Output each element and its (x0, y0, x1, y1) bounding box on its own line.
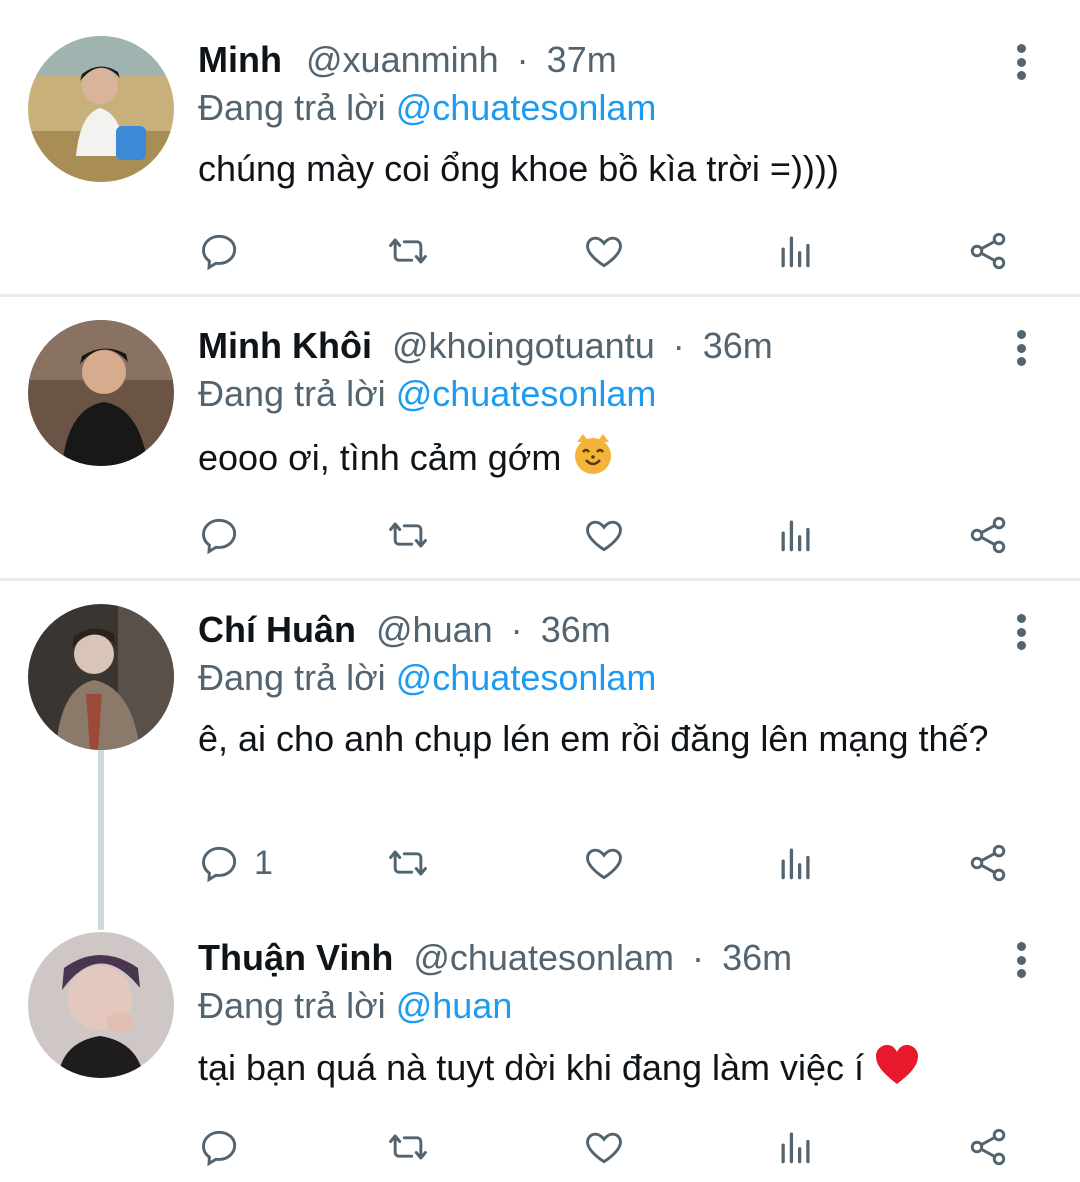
share-button[interactable] (966, 838, 1010, 888)
action-bar (198, 510, 1018, 560)
avatar-photo (28, 36, 174, 182)
share-button[interactable] (966, 226, 1010, 276)
views-button[interactable] (774, 1122, 818, 1172)
reply-prefix: Đang trả lời (198, 373, 386, 414)
views-icon (781, 520, 810, 552)
like-button[interactable] (582, 226, 626, 276)
views-button[interactable] (774, 226, 818, 276)
red-heart-icon (874, 1044, 920, 1097)
tweet[interactable]: Thuận Vinh @chuatesonlam · 36m Đang trả … (0, 920, 1080, 1182)
action-bar: 1 (198, 838, 1018, 888)
reply-button[interactable] (198, 1122, 254, 1172)
tweet-text: eooo ơi, tình cảm gớm (198, 437, 562, 478)
tweet[interactable]: Minh Khôi @khoingotuantu · 36m Đang trả … (0, 296, 1080, 580)
reply-count: 1 (254, 843, 273, 882)
like-icon (586, 848, 622, 880)
like-button[interactable] (582, 838, 626, 888)
reply-icon (202, 234, 237, 271)
avatar-photo (28, 604, 174, 750)
views-icon (781, 1132, 810, 1164)
views-button[interactable] (774, 838, 818, 888)
reply-mention[interactable]: @huan (396, 985, 513, 1026)
reply-mention[interactable]: @chuatesonlam (396, 657, 657, 698)
retweet-icon (389, 850, 427, 876)
reply-button[interactable] (198, 510, 254, 560)
reply-mention[interactable]: @chuatesonlam (396, 87, 657, 128)
tweet[interactable]: Minh @xuanminh · 37m Đang trả lời @chuat… (0, 0, 1080, 296)
timestamp[interactable]: 37m (547, 39, 617, 80)
avatar-photo (28, 932, 174, 1078)
views-button[interactable] (774, 510, 818, 560)
reply-button[interactable]: 1 (198, 838, 273, 888)
tweet[interactable]: Chí Huân @huan · 36m Đang trả lời @chuat… (0, 580, 1080, 920)
like-icon (586, 520, 622, 552)
author-handle[interactable]: @xuanminh (306, 39, 499, 80)
action-bar (198, 1122, 1018, 1172)
more-icon[interactable] (1006, 40, 1036, 84)
tweet-text: ê, ai cho anh chụp lén em rồi đăng lên m… (198, 718, 989, 759)
like-button[interactable] (582, 510, 626, 560)
views-icon (781, 236, 810, 268)
reply-icon (202, 846, 237, 883)
reply-button[interactable] (198, 226, 254, 276)
tweet-text: chúng mày coi ổng khoe bồ kìa trời =)))) (198, 148, 839, 189)
author-name[interactable]: Chí Huân (198, 609, 356, 650)
author-handle[interactable]: @huan (376, 609, 493, 650)
reply-prefix: Đang trả lời (198, 87, 386, 128)
author-handle[interactable]: @khoingotuantu (392, 325, 655, 366)
author-handle[interactable]: @chuatesonlam (413, 937, 674, 978)
reply-mention[interactable]: @chuatesonlam (396, 373, 657, 414)
retweet-icon (389, 522, 427, 548)
timestamp[interactable]: 36m (722, 937, 792, 978)
views-icon (781, 848, 810, 880)
tweet-text: tại bạn quá nà tuyt dời khi đang làm việ… (198, 1047, 864, 1088)
share-icon (970, 516, 1006, 554)
retweet-button[interactable] (386, 838, 430, 888)
reply-prefix: Đang trả lời (198, 985, 386, 1026)
tweet-text-container: eooo ơi, tình cảm gớm (198, 432, 1010, 487)
tweet-text-container: tại bạn quá nà tuyt dời khi đang làm việ… (198, 1044, 1010, 1097)
avatar-photo (28, 320, 174, 466)
replying-to: Đang trả lời @chuatesonlam (198, 86, 1010, 130)
avatar[interactable] (28, 604, 174, 750)
avatar[interactable] (28, 320, 174, 466)
like-icon (586, 1132, 622, 1164)
author-name[interactable]: Minh (198, 39, 282, 80)
retweet-button[interactable] (386, 1122, 430, 1172)
share-icon (970, 1128, 1006, 1166)
retweet-button[interactable] (386, 226, 430, 276)
timestamp[interactable]: 36m (703, 325, 773, 366)
separator: · (516, 39, 529, 80)
separator: · (672, 325, 685, 366)
replying-to: Đang trả lời @huan (198, 984, 1010, 1028)
retweet-icon (389, 238, 427, 264)
reply-icon (202, 1130, 237, 1167)
separator: · (510, 609, 523, 650)
author-name[interactable]: Minh Khôi (198, 325, 372, 366)
replying-to: Đang trả lời @chuatesonlam (198, 372, 1010, 416)
avatar[interactable] (28, 932, 174, 1078)
share-button[interactable] (966, 1122, 1010, 1172)
reply-icon (202, 518, 237, 555)
like-icon (586, 236, 622, 268)
avatar[interactable] (28, 36, 174, 182)
retweet-icon (389, 1134, 427, 1160)
more-icon[interactable] (1006, 938, 1036, 982)
separator: · (692, 937, 705, 978)
retweet-button[interactable] (386, 510, 430, 560)
more-icon[interactable] (1006, 326, 1036, 370)
like-button[interactable] (582, 1122, 626, 1172)
reply-prefix: Đang trả lời (198, 657, 386, 698)
share-icon (970, 232, 1006, 270)
author-name[interactable]: Thuận Vinh (198, 937, 393, 978)
share-button[interactable] (966, 510, 1010, 560)
timestamp[interactable]: 36m (541, 609, 611, 650)
action-bar (198, 226, 1018, 276)
more-icon[interactable] (1006, 610, 1036, 654)
replying-to: Đang trả lời @chuatesonlam (198, 656, 1010, 700)
smiling-cat-face-icon (571, 432, 615, 487)
share-icon (970, 844, 1006, 882)
